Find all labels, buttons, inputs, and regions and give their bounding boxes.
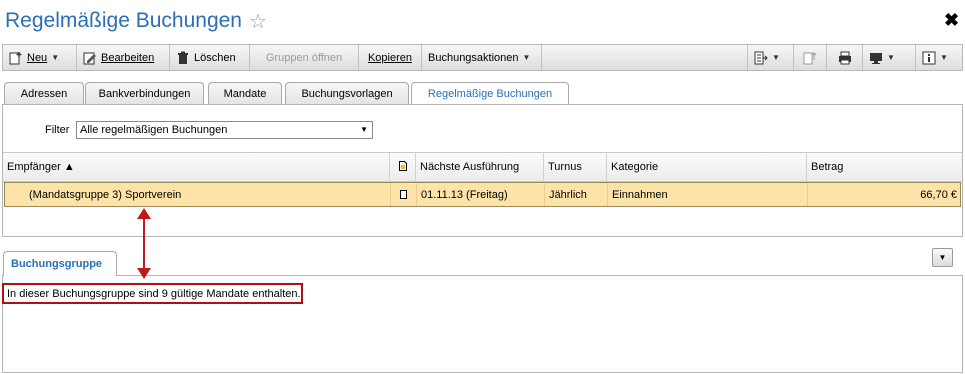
booking-actions-button[interactable]: Buchungsaktionen ▼ (422, 45, 542, 70)
print-button[interactable] (827, 45, 863, 70)
filter-label: Filter (45, 124, 70, 136)
toolbar: Neu ▼ Bearbeiten Löschen Gruppen öffnen … (2, 44, 963, 71)
title-bar: Regelmäßige Buchungen ☆ ✖ (0, 0, 965, 44)
info-icon (922, 51, 936, 65)
tab-adressen[interactable]: Adressen (4, 82, 84, 104)
tab-regelmaessige-buchungen[interactable]: Regelmäßige Buchungen (411, 82, 569, 105)
document-icon (400, 190, 407, 199)
document-icon (398, 160, 407, 174)
annotation-arrow-line (143, 216, 145, 273)
display-button[interactable]: ▼ (863, 45, 916, 70)
annotation-arrow-up-icon (137, 208, 151, 219)
tab-bankverbindungen[interactable]: Bankverbindungen (85, 82, 204, 104)
tab-mandate[interactable]: Mandate (208, 82, 282, 104)
chevron-down-icon: ▼ (522, 53, 531, 62)
panel-menu-button[interactable]: ▼ (932, 248, 953, 267)
column-turnus[interactable]: Turnus (544, 153, 607, 181)
monitor-icon (869, 51, 883, 65)
cell-naechste-ausfuehrung: 01.11.13 (Freitag) (417, 183, 545, 206)
open-groups-label: Gruppen öffnen (265, 51, 343, 64)
chevron-down-icon: ▼ (940, 53, 948, 62)
main-tabs: Adressen Bankverbindungen Mandate Buchun… (0, 82, 965, 105)
cell-empfaenger: (Mandatsgruppe 3) Sportverein (5, 183, 391, 206)
open-groups-button[interactable]: Gruppen öffnen (250, 45, 359, 70)
chevron-down-icon: ▼ (887, 53, 895, 62)
column-naechste-ausfuehrung[interactable]: Nächste Ausführung (416, 153, 544, 181)
export-icon (754, 51, 768, 65)
edit-button[interactable]: Bearbeiten (77, 45, 170, 70)
new-label: Neu (27, 51, 48, 64)
cell-turnus: Jährlich (545, 183, 608, 206)
filter-value: Alle regelmäßigen Buchungen (80, 124, 228, 136)
edit-label: Bearbeiten (101, 51, 155, 64)
table-header: Empfänger ▲ Nächste Ausführung Turnus Ka… (3, 152, 962, 182)
column-document[interactable] (390, 153, 416, 181)
chevron-down-icon: ▼ (938, 253, 947, 262)
export-button[interactable]: ▼ (747, 45, 794, 70)
info-button[interactable]: ▼ (916, 45, 962, 70)
column-kategorie[interactable]: Kategorie (607, 153, 807, 181)
cell-kategorie: Einnahmen (608, 183, 808, 206)
detail-text: In dieser Buchungsgruppe sind 9 gültige … (2, 283, 303, 304)
chevron-down-icon: ▼ (772, 53, 780, 62)
import-icon (803, 51, 817, 65)
booking-actions-label: Buchungsaktionen (428, 51, 519, 64)
new-document-icon (9, 51, 23, 65)
annotation-arrow-down-icon (137, 268, 151, 279)
tab-buchungsvorlagen[interactable]: Buchungsvorlagen (285, 82, 409, 104)
new-button[interactable]: Neu ▼ (3, 45, 77, 70)
print-icon (838, 51, 852, 65)
cell-betrag: 66,70 € (920, 188, 957, 201)
delete-button[interactable]: Löschen (170, 45, 250, 70)
edit-icon (83, 51, 97, 65)
page-title: Regelmäßige Buchungen (5, 9, 242, 32)
close-icon[interactable]: ✖ (944, 10, 959, 31)
favorite-star-icon[interactable]: ☆ (249, 9, 267, 34)
chevron-down-icon: ▼ (51, 53, 60, 62)
column-betrag[interactable]: Betrag (807, 153, 962, 181)
copy-button[interactable]: Kopieren (359, 45, 422, 70)
trash-icon (176, 51, 190, 65)
delete-label: Löschen (194, 51, 236, 64)
cell-document (391, 183, 417, 206)
table-row[interactable]: (Mandatsgruppe 3) Sportverein 01.11.13 (… (4, 182, 961, 207)
tab-buchungsgruppe[interactable]: Buchungsgruppe (3, 251, 117, 276)
import-button[interactable] (794, 45, 827, 70)
filter-select[interactable]: Alle regelmäßigen Buchungen ▼ (76, 121, 373, 139)
column-empfaenger[interactable]: Empfänger ▲ (3, 153, 390, 181)
copy-label: Kopieren (367, 51, 413, 64)
chevron-down-icon: ▼ (360, 125, 368, 134)
